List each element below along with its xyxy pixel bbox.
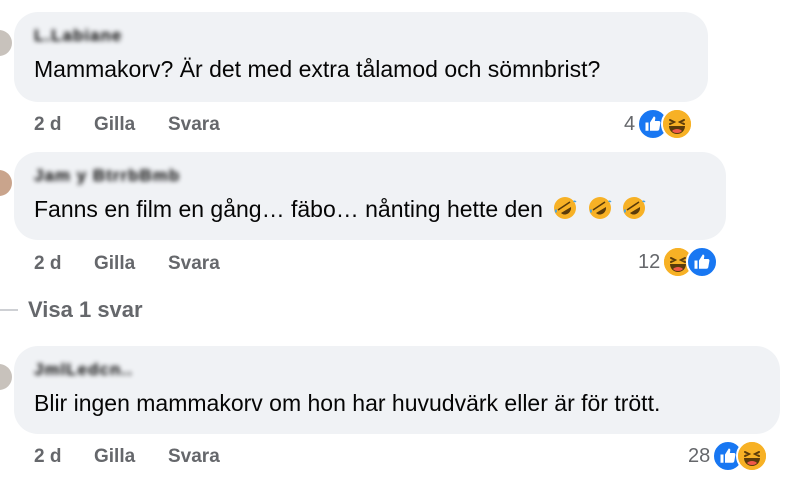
comment-text: Fanns en film en gång… fäbo… nånting het… <box>34 194 706 224</box>
comment-actions: 2 d Gilla Svara <box>34 446 220 468</box>
haha-reaction-icon <box>736 440 769 472</box>
comment-author[interactable]: Jam y BtrrbBmb <box>34 166 706 186</box>
comment-bubble: Jam y BtrrbBmb Fanns en film en gång… fä… <box>14 152 726 240</box>
haha-reaction-icon <box>661 108 694 140</box>
like-reaction-icon <box>686 246 719 278</box>
comment-bubble: L.Labiane Mammakorv? Är det med extra tå… <box>14 12 708 102</box>
like-button[interactable]: Gilla <box>94 446 168 468</box>
rofl-emoji-icon <box>623 197 646 219</box>
reaction-count: 12 <box>638 250 661 273</box>
avatar[interactable] <box>0 30 12 56</box>
reaction-count: 4 <box>624 112 636 135</box>
reaction-count: 28 <box>688 444 711 467</box>
view-replies-label: Visa 1 svar <box>28 297 143 322</box>
reaction-summary[interactable]: 12 <box>638 246 719 278</box>
like-button[interactable]: Gilla <box>94 114 168 136</box>
avatar[interactable] <box>0 170 12 196</box>
comment-bubble: JmlLedcn.. Blir ingen mammakorv om hon h… <box>14 346 780 434</box>
reaction-summary[interactable]: 4 <box>624 108 694 140</box>
reaction-summary[interactable]: 28 <box>688 440 769 472</box>
reply-button[interactable]: Svara <box>168 446 220 468</box>
reply-button[interactable]: Svara <box>168 114 220 136</box>
comment-text: Blir ingen mammakorv om hon har huvudvär… <box>34 390 661 416</box>
like-button[interactable]: Gilla <box>94 253 168 275</box>
comment-time[interactable]: 2 d <box>34 114 94 136</box>
reply-thread-line <box>0 309 18 311</box>
comment-actions: 2 d Gilla Svara <box>34 114 220 136</box>
rofl-emoji-icon <box>554 197 577 219</box>
comment-author[interactable]: JmlLedcn.. <box>34 360 760 380</box>
reply-button[interactable]: Svara <box>168 253 220 275</box>
comment-text-content: Fanns en film en gång… fäbo… nånting het… <box>34 196 543 222</box>
comment-author[interactable]: L.Labiane <box>34 26 688 46</box>
comment-time[interactable]: 2 d <box>34 446 94 468</box>
rofl-emoji-icon <box>588 197 612 219</box>
view-replies-link[interactable]: Visa 1 svar <box>0 297 143 323</box>
avatar[interactable] <box>0 364 12 390</box>
comment-text: Mammakorv? Är det med extra tålamod och … <box>34 56 601 82</box>
comment-time[interactable]: 2 d <box>34 253 94 275</box>
comment-actions: 2 d Gilla Svara <box>34 253 220 275</box>
